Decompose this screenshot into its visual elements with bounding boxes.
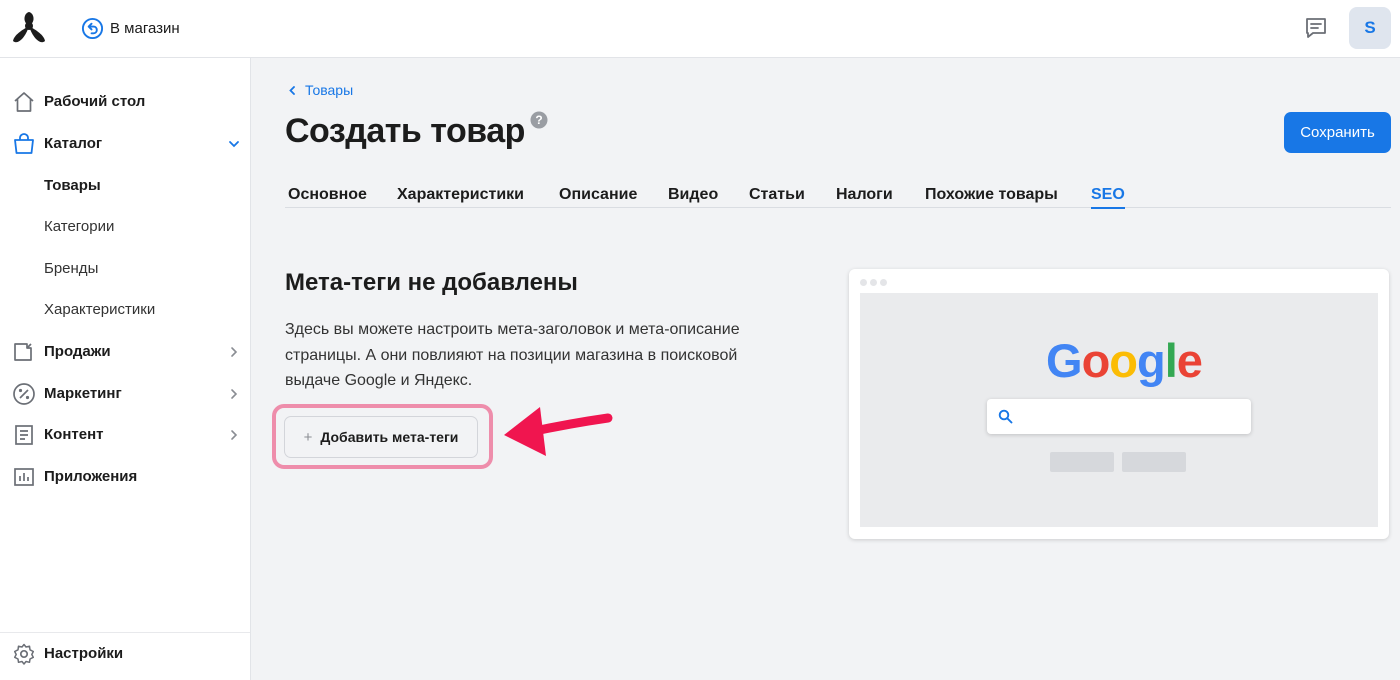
google-logo: Google [1046, 334, 1203, 387]
window-dot [870, 279, 877, 286]
tab-description[interactable]: Описание [559, 186, 637, 204]
page-title: Создать товар [285, 112, 525, 150]
tab-video[interactable]: Видео [668, 186, 718, 204]
sidebar-item-characteristics[interactable]: Характеристики [0, 290, 250, 330]
sidebar-item-label: Каталог [44, 135, 103, 152]
chevron-right-icon [231, 347, 238, 357]
help-icon[interactable]: ? [530, 111, 548, 129]
top-bar: В магазин S [0, 0, 1400, 58]
bar-chart-icon [14, 468, 34, 486]
tab-bar: Основное Характеристики Описание Видео С… [285, 183, 1391, 209]
back-circle-icon [81, 17, 104, 40]
search-box [987, 399, 1251, 434]
search-icon [998, 409, 1013, 424]
sidebar-item-content[interactable]: Контент [0, 415, 250, 455]
tab-taxes[interactable]: Налоги [836, 186, 893, 204]
avatar[interactable]: S [1349, 7, 1391, 49]
search-preview-illustration: Google [849, 269, 1389, 539]
sidebar-item-label: Маркетинг [44, 385, 122, 402]
home-icon [14, 92, 34, 112]
chevron-left-icon [289, 85, 295, 95]
empty-state-title: Мета-теги не добавлены [285, 269, 578, 296]
sidebar-item-sales[interactable]: Продажи [0, 332, 250, 372]
sidebar-item-label: Настройки [44, 645, 124, 662]
sidebar-item-label: Рабочий стол [44, 93, 146, 110]
sidebar-item-brands[interactable]: Бренды [0, 249, 250, 289]
sidebar-item-label: Категории [44, 218, 115, 235]
annotation-arrow-icon [504, 407, 613, 456]
sidebar-item-label: Бренды [44, 260, 99, 277]
add-meta-tags-button[interactable]: + Добавить мета-теги [284, 416, 478, 458]
chevron-right-icon [231, 430, 238, 440]
sidebar-item-label: Контент [44, 426, 104, 443]
sidebar-item-label: Продажи [44, 343, 111, 360]
sidebar-item-dashboard[interactable]: Рабочий стол [0, 82, 250, 122]
chat-icon[interactable] [1304, 17, 1328, 39]
tab-basic[interactable]: Основное [288, 186, 367, 204]
tab-articles[interactable]: Статьи [749, 186, 805, 204]
tab-characteristics[interactable]: Характеристики [397, 186, 524, 204]
sidebar-item-catalog[interactable]: Каталог [0, 124, 250, 164]
document-icon [15, 425, 33, 445]
sidebar-item-label: Приложения [44, 468, 138, 485]
sidebar-item-label: Товары [44, 177, 101, 194]
add-meta-tags-label: Добавить мета-теги [320, 429, 459, 445]
sales-icon [14, 343, 32, 361]
sidebar-item-marketing[interactable]: Маркетинг [0, 374, 250, 414]
placeholder-button [1122, 452, 1186, 472]
window-dot [860, 279, 867, 286]
placeholder-button [1050, 452, 1114, 472]
back-to-store-link[interactable]: В магазин [81, 17, 180, 40]
tab-similar-products[interactable]: Похожие товары [925, 186, 1058, 204]
empty-state-description: Здесь вы можете настроить мета-заголовок… [285, 321, 740, 389]
shopping-bag-icon [14, 133, 34, 154]
tab-seo[interactable]: SEO [1091, 186, 1125, 209]
gear-icon [13, 643, 35, 665]
browser-screen: Google [860, 293, 1378, 527]
window-dot [880, 279, 887, 286]
chevron-right-icon [231, 389, 238, 399]
save-button[interactable]: Сохранить [1284, 112, 1391, 153]
sidebar: Рабочий стол Каталог Товары Категории Бр… [0, 58, 251, 680]
sidebar-item-categories[interactable]: Категории [0, 207, 250, 247]
sidebar-item-settings[interactable]: Настройки [0, 634, 250, 674]
brand-logo-icon[interactable] [10, 9, 48, 47]
sidebar-item-products[interactable]: Товары [0, 166, 250, 206]
svg-text:?: ? [535, 113, 542, 127]
plus-icon: + [303, 428, 313, 446]
sidebar-item-apps[interactable]: Приложения [0, 457, 250, 497]
sidebar-divider [0, 632, 250, 633]
percent-icon [13, 383, 35, 405]
breadcrumb-label: Товары [305, 82, 354, 98]
back-to-store-label: В магазин [110, 20, 180, 37]
sidebar-item-label: Характеристики [44, 301, 156, 318]
chevron-down-icon [229, 141, 239, 148]
breadcrumb[interactable]: Товары [288, 82, 353, 98]
